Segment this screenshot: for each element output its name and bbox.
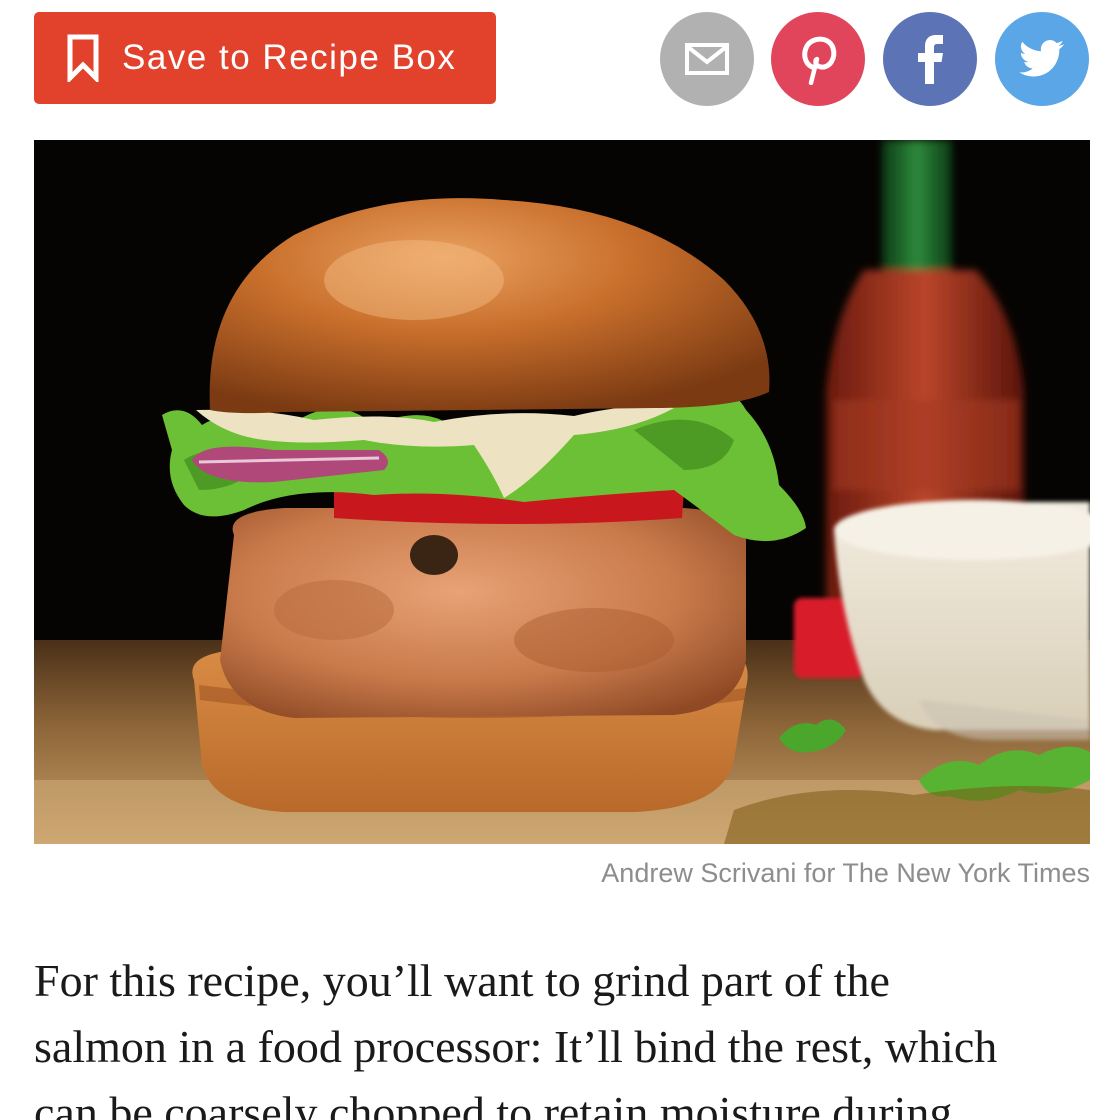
article-line: For this recipe, you’ll want to grind pa… bbox=[34, 955, 890, 1006]
envelope-icon bbox=[685, 43, 729, 75]
facebook-share-button[interactable] bbox=[883, 12, 977, 106]
bookmark-icon bbox=[66, 34, 100, 82]
article-line: can be coarsely chopped to retain moistu… bbox=[34, 1087, 953, 1120]
twitter-share-button[interactable] bbox=[995, 12, 1089, 106]
pinterest-icon bbox=[802, 36, 837, 85]
photo-credit: Andrew Scrivani for The New York Times bbox=[601, 858, 1090, 888]
save-to-recipe-box-button[interactable]: Save to Recipe Box bbox=[34, 12, 496, 104]
recipe-page: Save to Recipe Box Andrew Scrivani for T… bbox=[0, 0, 1120, 1120]
twitter-bird-icon bbox=[1019, 40, 1064, 77]
article-body: For this recipe, you’ll want to grind pa… bbox=[34, 948, 1094, 1120]
facebook-icon bbox=[918, 35, 943, 84]
pinterest-share-button[interactable] bbox=[771, 12, 865, 106]
article-line: salmon in a food processor: It’ll bind t… bbox=[34, 1021, 998, 1072]
salmon-burger-photo bbox=[34, 140, 1090, 844]
email-share-button[interactable] bbox=[660, 12, 754, 106]
save-button-label: Save to Recipe Box bbox=[122, 38, 457, 77]
